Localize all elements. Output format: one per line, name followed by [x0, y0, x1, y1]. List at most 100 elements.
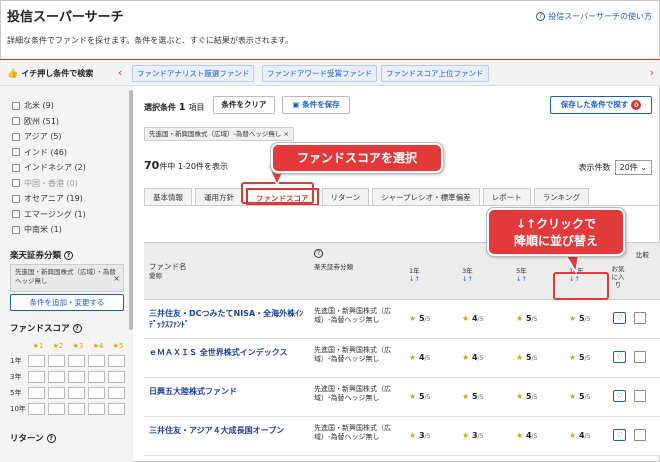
close-icon[interactable]: ×	[283, 130, 288, 138]
checkbox[interactable]	[12, 194, 20, 203]
selected-summary: 選択条件 1 項目	[144, 102, 205, 113]
condition-tag: 先進国・新興国株式（広域）-為替ヘッジ無し ×	[144, 127, 294, 141]
score-checkbox[interactable]	[88, 355, 105, 367]
score-period-label: 1年	[10, 357, 22, 365]
result-tabs: 基本情報 運用方針 ファンドスコア リターン シャープレシオ・標準偏差 レポート ランキング	[144, 188, 589, 206]
favorite-icon[interactable]: ♡	[613, 312, 626, 324]
score-checkbox[interactable]	[28, 371, 45, 383]
sort-icon[interactable]: ↓↑	[409, 275, 420, 283]
region-checkbox[interactable]: オセアニア (19)	[12, 193, 83, 204]
fund-name-link[interactable]: 三井住友・DCつみたてNISA・全海外株ｲﾝﾃﾞｯｸｽﾌｧﾝﾄﾞ	[149, 308, 309, 330]
tab-3[interactable]: リターン	[321, 188, 370, 206]
score-checkbox[interactable]	[88, 387, 105, 399]
score-checkbox[interactable]	[48, 355, 65, 367]
score-suffix: /5	[531, 316, 538, 323]
saved-condition-button[interactable]: 保存した条件で探す 0	[550, 96, 652, 114]
recommended-bar: 👍 イチ押し条件で検索 ‹ ファンドアナリスト厳選ファンド ファンドアワード受賞フ…	[0, 59, 660, 86]
compare-checkbox[interactable]	[634, 312, 646, 324]
score-checkbox[interactable]	[48, 371, 65, 383]
score-cell: ★ 4/5	[409, 353, 430, 362]
score-checkbox[interactable]	[48, 403, 65, 415]
favorite-icon[interactable]: ♡	[613, 351, 626, 363]
tab-1[interactable]: 運用方針	[195, 188, 243, 206]
save-condition-button[interactable]: ▣ 条件を保存	[282, 96, 350, 114]
score-checkbox[interactable]	[88, 371, 105, 383]
question-icon[interactable]: ?	[72, 323, 82, 333]
region-label: 北米 (9)	[24, 101, 54, 110]
chip-analyst[interactable]: ファンドアナリスト厳選ファンド	[132, 65, 255, 82]
region-checkbox[interactable]: インド (46)	[12, 147, 67, 158]
region-checkbox[interactable]: 北米 (9)	[12, 100, 54, 111]
score-checkbox[interactable]	[28, 355, 45, 367]
compare-checkbox[interactable]	[634, 351, 646, 363]
checkbox[interactable]	[12, 117, 20, 125]
star-icon: ★	[462, 353, 472, 362]
checkbox[interactable]	[12, 132, 20, 141]
fund-name-link[interactable]: 日興五大陸株式ファンド	[149, 386, 309, 397]
score-checkbox[interactable]	[28, 387, 45, 399]
star-icon: ★	[409, 353, 419, 362]
checkbox[interactable]	[12, 101, 20, 110]
question-icon[interactable]: ?	[314, 249, 323, 258]
compare-checkbox[interactable]	[634, 390, 646, 402]
score-checkbox[interactable]	[68, 403, 85, 415]
tab-6[interactable]: ランキング	[533, 188, 589, 206]
favorite-icon[interactable]: ♡	[613, 429, 626, 441]
fund-name-link[interactable]: 三井住友・アジア４大成長国オープン	[149, 425, 309, 436]
chip-score-top[interactable]: ファンドスコア上位ファンド	[381, 65, 489, 82]
region-checkbox[interactable]: 欧州 (51)	[12, 116, 59, 127]
score-suffix: /5	[584, 316, 591, 323]
region-checkbox[interactable]: 中南米 (1)	[12, 224, 62, 235]
favorite-icon[interactable]: ♡	[613, 390, 626, 402]
score-cell: ★ 5/5	[516, 353, 537, 362]
score-cell: ★ 5/5	[516, 314, 537, 323]
score-checkbox[interactable]	[108, 387, 125, 399]
region-checkbox[interactable]: アジア (5)	[12, 131, 62, 142]
table-row: 三井住友・DCつみたてNISA・全海外株ｲﾝﾃﾞｯｸｽﾌｧﾝﾄﾞ 先進国・新興国株…	[144, 300, 660, 339]
score-checkbox[interactable]	[88, 403, 105, 415]
tab-0[interactable]: 基本情報	[144, 188, 192, 206]
fund-name-link[interactable]: ｅＭＡＸＩＳ 全世界株式インデックス	[149, 347, 309, 358]
checkbox[interactable]	[12, 148, 20, 156]
region-label: 中国・香港 (0)	[24, 178, 78, 188]
checkbox[interactable]	[12, 225, 20, 234]
question-icon[interactable]: ?	[64, 250, 74, 260]
score-checkbox[interactable]	[108, 371, 125, 383]
score-checkbox-grid: 1年 3年 5年 10年	[10, 353, 128, 417]
checkbox[interactable]	[12, 163, 20, 172]
fund-category: 先進国・新興国株式（広域）-為替ヘッジ無し	[314, 385, 391, 402]
region-checkbox[interactable]: エマージング (1)	[12, 209, 86, 220]
help-link[interactable]: ? 投信スーパーサーチの使い方	[536, 11, 652, 22]
region-checkbox[interactable]: 中国・香港 (0)	[12, 178, 78, 189]
score-checkbox[interactable]	[28, 403, 45, 415]
score-grid-row: 10年	[10, 401, 128, 417]
score-cell: ★ 4/5	[462, 314, 483, 323]
clear-button[interactable]: 条件をクリア	[213, 96, 275, 114]
close-icon[interactable]: ×	[113, 274, 120, 283]
add-condition-button[interactable]: 条件を追加・変更する	[10, 294, 124, 311]
chevron-right-icon[interactable]: ›	[650, 66, 654, 79]
score-checkbox[interactable]	[68, 355, 85, 367]
region-checkbox[interactable]: インドネシア (2)	[12, 162, 86, 173]
score-checkbox[interactable]	[108, 403, 125, 415]
score-suffix: /5	[424, 355, 431, 362]
sort-icon[interactable]: ↓↑	[462, 275, 473, 283]
score-checkbox[interactable]	[68, 387, 85, 399]
table-row: 三井住友・アジア４大成長国オープン 先進国・新興国株式（広域）-為替ヘッジ無し ★ …	[144, 417, 660, 456]
chevron-left-icon[interactable]: ‹	[118, 66, 122, 79]
checkbox[interactable]	[12, 179, 20, 187]
question-icon[interactable]: ?	[46, 433, 56, 443]
checkbox[interactable]	[12, 210, 20, 218]
region-label: インド (46)	[24, 147, 67, 157]
sidebar-scrollbar[interactable]	[129, 90, 133, 330]
compare-checkbox[interactable]	[634, 429, 646, 441]
star-icon: ★	[409, 314, 419, 323]
per-page-select[interactable]: 20件 ⌄	[614, 160, 652, 175]
chip-award[interactable]: ファンドアワード受賞ファンド	[262, 65, 377, 82]
tab-4[interactable]: シャープレシオ・標準偏差	[372, 188, 480, 206]
score-checkbox[interactable]	[68, 371, 85, 383]
score-checkbox[interactable]	[48, 387, 65, 399]
tab-5[interactable]: レポート	[482, 188, 531, 206]
sort-icon[interactable]: ↓↑	[516, 275, 527, 283]
score-checkbox[interactable]	[108, 355, 125, 367]
